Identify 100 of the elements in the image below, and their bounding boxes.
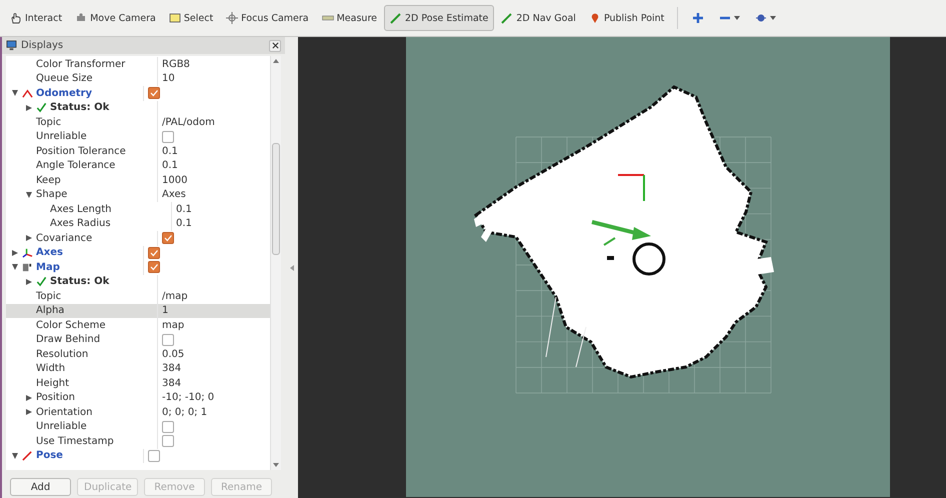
tree-row[interactable]: Unreliable xyxy=(6,130,270,144)
tree-row[interactable]: Position -10; -10; 0 xyxy=(6,390,270,405)
check-icon xyxy=(36,276,47,288)
row-label: Use Timestamp xyxy=(36,436,114,447)
toolbar-button[interactable]: Interact xyxy=(4,5,68,31)
expand-arrow-icon[interactable] xyxy=(26,394,32,401)
toolbar-button[interactable]: 2D Pose Estimate xyxy=(384,5,494,31)
toolbar-button[interactable]: Publish Point xyxy=(582,5,670,31)
tree-row[interactable]: Topic /PAL/odom xyxy=(6,115,270,130)
checkbox[interactable] xyxy=(148,87,160,100)
tree-row[interactable]: Color Transformer RGB8 xyxy=(6,57,270,72)
hand-icon xyxy=(10,12,22,24)
row-label: Keep xyxy=(36,174,61,186)
collapse-arrow-icon[interactable] xyxy=(12,90,18,96)
tree-row[interactable]: Keep 1000 xyxy=(6,173,270,188)
map-icon xyxy=(22,262,33,273)
origin-axes-drawing xyxy=(618,174,645,201)
tree-row[interactable]: Height 384 xyxy=(6,376,270,390)
tree-row[interactable]: Alpha 1 xyxy=(6,304,270,318)
expand-arrow-icon[interactable] xyxy=(26,104,32,111)
tree-row[interactable]: Status: Ok xyxy=(6,100,270,115)
toolbar-button[interactable]: Select xyxy=(162,5,220,31)
tree-row[interactable]: Position Tolerance 0.1 xyxy=(6,144,270,158)
row-label: Status: Ok xyxy=(50,102,110,114)
row-label: Position Tolerance xyxy=(36,146,126,157)
row-label: Covariance xyxy=(36,232,92,244)
toolbar-button[interactable]: 2D Nav Goal xyxy=(495,5,582,31)
caret-icon[interactable] xyxy=(734,16,740,20)
toolbar-button[interactable]: Focus Camera xyxy=(220,5,315,31)
axes-icon xyxy=(22,247,33,258)
eye-icon[interactable] xyxy=(755,12,768,24)
checkbox[interactable] xyxy=(162,130,174,143)
expand-arrow-icon[interactable] xyxy=(26,409,32,416)
row-label: Status: Ok xyxy=(50,276,110,288)
tree-row[interactable]: Width 384 xyxy=(6,362,270,376)
tree-row[interactable]: Pose xyxy=(6,448,270,463)
row-label: Pose xyxy=(36,450,63,462)
row-value: /map xyxy=(162,290,188,302)
row-value: 1000 xyxy=(162,174,188,186)
tree-row[interactable]: Resolution 0.05 xyxy=(6,347,270,362)
close-icon xyxy=(272,42,279,49)
collapse-arrow-icon[interactable] xyxy=(12,264,18,270)
expand-arrow-icon[interactable] xyxy=(12,250,18,256)
checkbox[interactable] xyxy=(148,246,160,259)
tree-row[interactable]: Use Timestamp xyxy=(6,434,270,448)
crosshair-icon xyxy=(226,12,238,24)
scrollbar[interactable] xyxy=(270,56,282,470)
scroll-down-icon[interactable] xyxy=(273,463,280,467)
tree-row[interactable]: Covariance xyxy=(6,231,270,246)
plus-icon[interactable] xyxy=(692,12,704,24)
camera-icon xyxy=(75,12,88,24)
tree-row[interactable]: Axes Length 0.1 xyxy=(6,202,270,216)
tree-row[interactable]: Map xyxy=(6,260,270,274)
tree-row[interactable]: Shape Axes xyxy=(6,188,270,202)
row-value: 10 xyxy=(162,73,175,84)
pose-arrow-drawing xyxy=(592,220,651,240)
scroll-up-icon[interactable] xyxy=(273,59,280,63)
select-box-icon xyxy=(168,12,181,24)
tree-row[interactable]: Color Scheme map xyxy=(6,318,270,332)
tree-row[interactable]: Angle Tolerance 0.1 xyxy=(6,158,270,173)
checkbox[interactable] xyxy=(162,420,174,433)
tree-row[interactable]: Status: Ok xyxy=(6,274,270,289)
row-value: 0; 0; 0; 1 xyxy=(162,406,208,418)
scrollbar-thumb[interactable] xyxy=(272,143,280,255)
row-label: Unreliable xyxy=(36,421,87,432)
tree-row[interactable]: Odometry xyxy=(6,86,270,100)
toolbar-button[interactable]: Measure xyxy=(316,5,383,31)
expand-arrow-icon[interactable] xyxy=(26,235,32,242)
3d-view-drawing[interactable] xyxy=(406,37,890,497)
toolbar-button[interactable]: Move Camera xyxy=(69,5,162,31)
tree-row[interactable]: Axes xyxy=(6,246,270,260)
tree-row[interactable]: Queue Size 10 xyxy=(6,72,270,86)
row-label: Draw Behind xyxy=(36,334,100,346)
checkbox[interactable] xyxy=(148,450,160,462)
row-label: Map xyxy=(36,262,60,273)
checkbox[interactable] xyxy=(148,261,160,274)
tree-row[interactable]: Orientation 0; 0; 0; 1 xyxy=(6,405,270,420)
close-button[interactable] xyxy=(269,40,282,52)
collapse-arrow-icon[interactable] xyxy=(26,192,32,198)
checkbox[interactable] xyxy=(162,435,174,448)
tree-row[interactable]: Unreliable xyxy=(6,420,270,434)
row-label: Color Transformer xyxy=(36,58,126,70)
panel-title: Displays xyxy=(21,40,64,51)
row-label: Shape xyxy=(36,189,68,200)
caret-icon[interactable] xyxy=(770,16,776,20)
row-label: Angle Tolerance xyxy=(36,160,116,172)
tree-row[interactable]: Draw Behind xyxy=(6,332,270,347)
expand-arrow-icon[interactable] xyxy=(26,278,32,285)
row-value: /PAL/odom xyxy=(162,116,215,128)
collapse-arrow-icon[interactable] xyxy=(12,452,18,459)
row-label: Alpha xyxy=(36,305,64,316)
checkbox[interactable] xyxy=(162,232,174,244)
row-value: 384 xyxy=(162,378,182,389)
row-label: Unreliable xyxy=(36,131,87,142)
panel-button[interactable]: Add xyxy=(10,478,71,496)
row-label: Height xyxy=(36,378,70,389)
checkbox[interactable] xyxy=(162,334,174,346)
row-value: 0.1 xyxy=(162,146,178,157)
monitor-icon xyxy=(6,40,17,51)
tree-row[interactable]: Axes Radius 0.1 xyxy=(6,216,270,231)
